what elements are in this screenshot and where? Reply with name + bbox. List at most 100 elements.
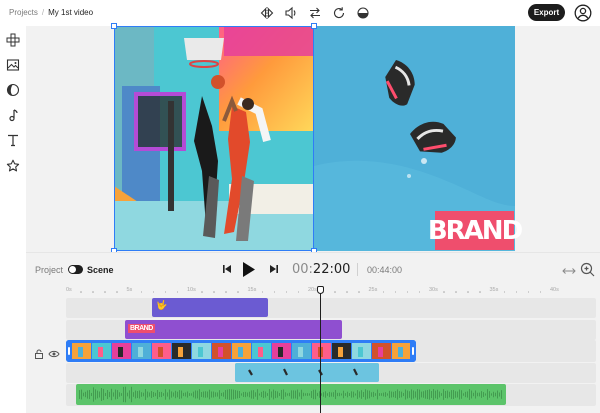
waveform-bar — [359, 391, 360, 398]
waveform-bar — [501, 390, 502, 399]
waveform-bar — [315, 389, 316, 400]
breadcrumb: Projects / My 1st video — [9, 8, 93, 17]
main-video-clip[interactable] — [66, 340, 416, 362]
waveform-bar — [417, 389, 418, 400]
fit-timeline-icon[interactable] — [562, 264, 576, 276]
trim-handle-right[interactable] — [410, 340, 416, 362]
waveform-bar — [325, 391, 326, 398]
video-thumbnail-figure — [358, 347, 363, 357]
waveform-bar — [349, 393, 350, 396]
video-thumbnail-figure — [338, 347, 343, 357]
ruler-tick-dot — [273, 291, 276, 293]
brand-logo-clip[interactable]: BRAND — [125, 320, 342, 339]
opacity-icon[interactable] — [354, 4, 372, 22]
filter-icon[interactable] — [4, 81, 22, 99]
waveform-bar — [385, 392, 386, 397]
time-ruler[interactable]: 0s 5s 10s 15s 20s 25s 30s 35s 40s — [66, 286, 596, 298]
waveform-bar — [317, 392, 318, 397]
waveform-bar — [495, 392, 496, 397]
sticker-clip[interactable]: 🤟 — [152, 298, 268, 317]
swap-icon[interactable] — [306, 4, 324, 22]
waveform-bar — [149, 392, 150, 397]
lock-track-icon[interactable] — [34, 346, 44, 359]
waveform-bar — [175, 390, 176, 399]
waveform-bar — [347, 391, 348, 398]
waveform-bar — [263, 390, 264, 399]
flip-horizontal-icon[interactable] — [258, 4, 276, 22]
waveform-bar — [321, 393, 322, 396]
resize-handle-top-left[interactable] — [111, 23, 117, 29]
video-thumbnail-figure — [158, 347, 163, 357]
waveform-bar — [265, 391, 266, 398]
ruler-tick-dot — [92, 291, 94, 293]
elements-icon[interactable] — [4, 31, 22, 49]
ruler-tick-label: 0s — [66, 287, 72, 293]
waveform-bar — [107, 390, 108, 399]
ruler-tick-dot — [382, 291, 385, 293]
waveform-bar — [187, 391, 188, 398]
waveform-bar — [395, 391, 396, 398]
video-thumbnail-figure — [178, 347, 183, 357]
breadcrumb-separator: / — [41, 8, 45, 17]
export-button[interactable]: Export — [528, 4, 565, 21]
waveform-bar — [131, 386, 132, 403]
waveform-bar — [101, 388, 102, 401]
ruler-tick-dot — [394, 291, 397, 293]
overlay-video-clip[interactable] — [235, 363, 379, 382]
video-thumbnail-figure — [98, 347, 103, 357]
zoom-in-icon[interactable] — [580, 262, 595, 277]
skip-back-icon[interactable] — [222, 262, 232, 276]
waveform-bar — [133, 392, 134, 397]
play-icon[interactable] — [242, 260, 256, 278]
waveform-bar — [497, 390, 498, 399]
waveform-bar — [487, 389, 488, 400]
waveform-bar — [435, 390, 436, 399]
waveform-bar — [355, 393, 356, 396]
waveform-bar — [303, 392, 304, 397]
scene-basketball-image[interactable] — [114, 26, 314, 251]
waveform-bar — [323, 392, 324, 397]
rotate-icon[interactable] — [330, 4, 348, 22]
playhead-handle[interactable] — [317, 286, 324, 294]
waveform-bar — [407, 390, 408, 399]
waveform-bar — [181, 390, 182, 399]
waveform-bar — [191, 393, 192, 396]
waveform-bar — [305, 393, 306, 396]
brand-logo-overlay[interactable]: BRAND — [428, 211, 523, 250]
waveform-bar — [185, 392, 186, 397]
waveform-bar — [287, 393, 288, 396]
user-circle-icon[interactable] — [574, 4, 592, 22]
waveform-bar — [79, 390, 80, 399]
star-icon[interactable] — [4, 157, 22, 175]
waveform-bar — [433, 389, 434, 400]
skip-forward-icon[interactable] — [269, 262, 279, 276]
waveform-bar — [431, 391, 432, 398]
waveform-bar — [457, 391, 458, 398]
ruler-tick-dot — [80, 291, 82, 293]
breadcrumb-current[interactable]: My 1st video — [48, 8, 93, 17]
waveform-bar — [139, 390, 140, 399]
top-bar: Projects / My 1st video Export — [0, 0, 600, 26]
music-note-icon[interactable] — [4, 106, 22, 124]
waveform-bar — [357, 390, 358, 399]
waveform-bar — [155, 392, 156, 397]
waveform-bar — [195, 390, 196, 399]
waveform-bar — [401, 391, 402, 398]
ruler-tick-dot — [527, 291, 530, 293]
volume-icon[interactable] — [282, 4, 300, 22]
video-thumbnail-figure — [278, 347, 283, 357]
audio-clip[interactable] — [76, 384, 506, 405]
ruler-tick-label: 40s — [550, 287, 559, 293]
waveform-bar — [177, 391, 178, 398]
breadcrumb-projects-link[interactable]: Projects — [9, 8, 38, 17]
ruler-tick-dot — [116, 291, 118, 293]
waveform-bar — [89, 389, 90, 400]
waveform-bar — [251, 390, 252, 399]
text-icon[interactable] — [4, 131, 22, 149]
media-icon[interactable] — [4, 56, 22, 74]
project-scene-toggle[interactable] — [68, 265, 83, 274]
visibility-eye-icon[interactable] — [48, 346, 60, 358]
waveform-bar — [257, 389, 258, 400]
resize-handle-top-right[interactable] — [311, 23, 317, 29]
waveform-bar — [211, 391, 212, 398]
